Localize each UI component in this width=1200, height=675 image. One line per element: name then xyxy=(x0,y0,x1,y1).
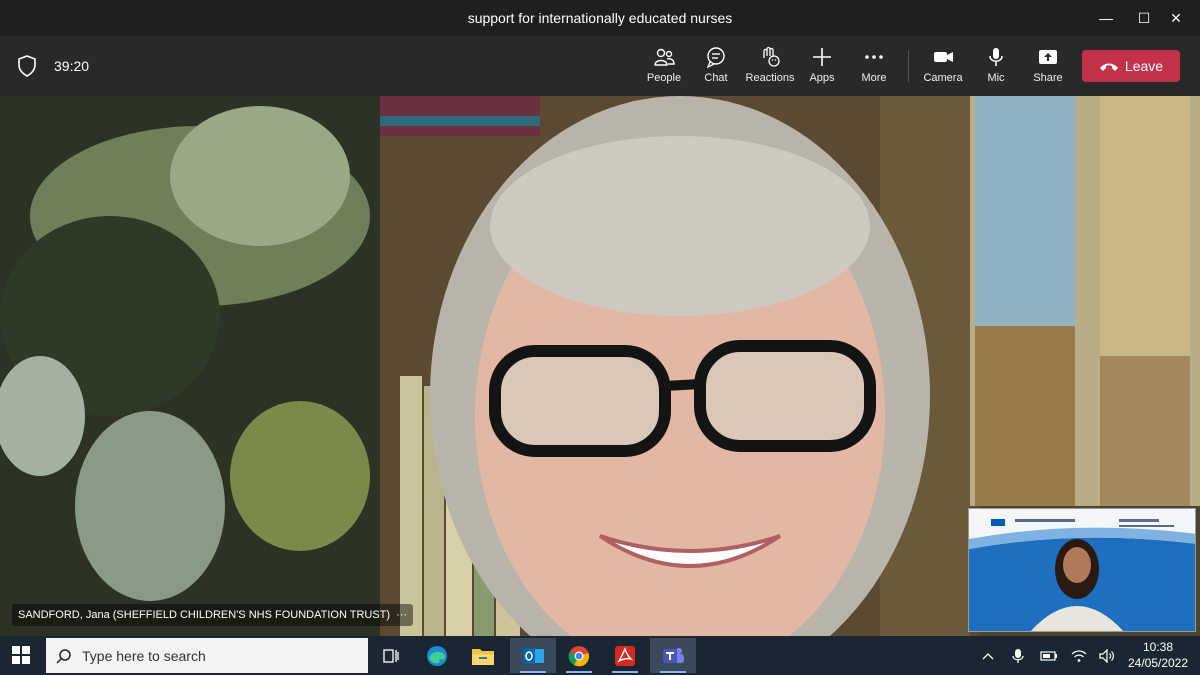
battery-icon xyxy=(1040,650,1057,661)
chat-label: Chat xyxy=(704,72,728,84)
window-title: support for internationally educated nur… xyxy=(467,10,733,26)
task-view-icon xyxy=(383,648,399,663)
clock-time: 10:38 xyxy=(1142,640,1174,654)
people-label: People xyxy=(646,72,682,84)
reactions-label: Reactions xyxy=(745,72,795,84)
leave-label: Leave xyxy=(1124,58,1164,74)
microphone-in-use-button[interactable] xyxy=(1006,636,1030,675)
close-button[interactable]: ✕ xyxy=(1164,6,1188,30)
chat-icon xyxy=(706,47,725,68)
microphone-tray-icon xyxy=(1012,648,1024,663)
windows-start-icon[interactable] xyxy=(12,646,30,664)
shield-icon[interactable] xyxy=(16,54,38,78)
camera-button[interactable]: Camera xyxy=(915,46,971,90)
minimize-button[interactable]: — xyxy=(1094,6,1118,30)
acrobat-icon xyxy=(615,645,635,666)
control-divider xyxy=(908,50,909,82)
search-icon xyxy=(56,649,71,664)
mic-icon xyxy=(989,48,1003,66)
wifi-icon xyxy=(1071,649,1087,662)
chrome-taskbar-button[interactable] xyxy=(556,638,602,673)
edge-taskbar-button[interactable] xyxy=(414,638,460,673)
outlook-taskbar-button[interactable] xyxy=(510,638,556,673)
reactions-button[interactable]: Reactions xyxy=(741,46,799,90)
more-button[interactable]: More xyxy=(846,46,902,90)
main-video-feed: SANDFORD, Jana (SHEFFIELD CHILDREN'S NHS… xyxy=(0,96,1200,636)
taskbar-clock[interactable]: 10:38 24/05/2022 xyxy=(1126,639,1190,671)
camera-label: Camera xyxy=(923,72,963,84)
teams-icon xyxy=(663,647,684,663)
participant-name: SANDFORD, Jana (SHEFFIELD CHILDREN'S NHS… xyxy=(18,609,391,621)
windows-taskbar: Type here to search 10:38 24/05/2022 xyxy=(0,636,1200,675)
window-title-bar: support for internationally educated nur… xyxy=(0,0,1200,36)
more-label: More xyxy=(861,72,887,84)
plus-icon xyxy=(813,48,831,66)
apps-button[interactable]: Apps xyxy=(794,46,850,90)
meeting-control-bar: 39:20 People Chat Reactions Apps More Ca… xyxy=(0,36,1200,96)
taskbar-search-box[interactable]: Type here to search xyxy=(46,638,368,673)
clock-date: 24/05/2022 xyxy=(1127,656,1189,670)
edge-icon xyxy=(427,645,447,666)
file-explorer-taskbar-button[interactable] xyxy=(460,638,506,673)
participant-name-badge: SANDFORD, Jana (SHEFFIELD CHILDREN'S NHS… xyxy=(12,604,414,626)
battery-button[interactable] xyxy=(1036,636,1062,675)
more-icon xyxy=(865,55,883,59)
maximize-button[interactable]: ☐ xyxy=(1132,6,1156,30)
volume-button[interactable] xyxy=(1094,636,1120,675)
mic-button[interactable]: Mic xyxy=(968,46,1024,90)
volume-icon xyxy=(1099,648,1114,663)
self-view-image xyxy=(969,509,1195,631)
search-placeholder: Type here to search xyxy=(82,648,206,664)
task-view-button[interactable] xyxy=(368,638,414,673)
show-hidden-icons-button[interactable] xyxy=(976,636,1000,675)
mic-label: Mic xyxy=(987,72,1005,84)
chrome-icon xyxy=(568,645,590,666)
share-label: Share xyxy=(1033,72,1063,84)
leave-button[interactable]: Leave xyxy=(1082,50,1180,82)
people-icon xyxy=(654,48,675,66)
apps-label: Apps xyxy=(809,72,835,84)
share-button[interactable]: Share xyxy=(1020,46,1076,90)
camera-icon xyxy=(934,52,953,62)
outlook-icon xyxy=(523,647,544,664)
hang-up-icon xyxy=(1099,63,1118,72)
meeting-timer: 39:20 xyxy=(54,58,90,74)
chevron-up-icon xyxy=(982,652,994,659)
chat-button[interactable]: Chat xyxy=(688,46,744,90)
participant-more-button[interactable]: ··· xyxy=(396,609,407,621)
network-button[interactable] xyxy=(1066,636,1092,675)
people-button[interactable]: People xyxy=(636,46,692,90)
reactions-icon xyxy=(763,46,780,67)
acrobat-taskbar-button[interactable] xyxy=(602,638,648,673)
teams-taskbar-button[interactable] xyxy=(650,638,696,673)
share-icon xyxy=(1039,50,1057,64)
self-view-video[interactable] xyxy=(968,508,1196,632)
file-explorer-icon xyxy=(472,648,494,665)
